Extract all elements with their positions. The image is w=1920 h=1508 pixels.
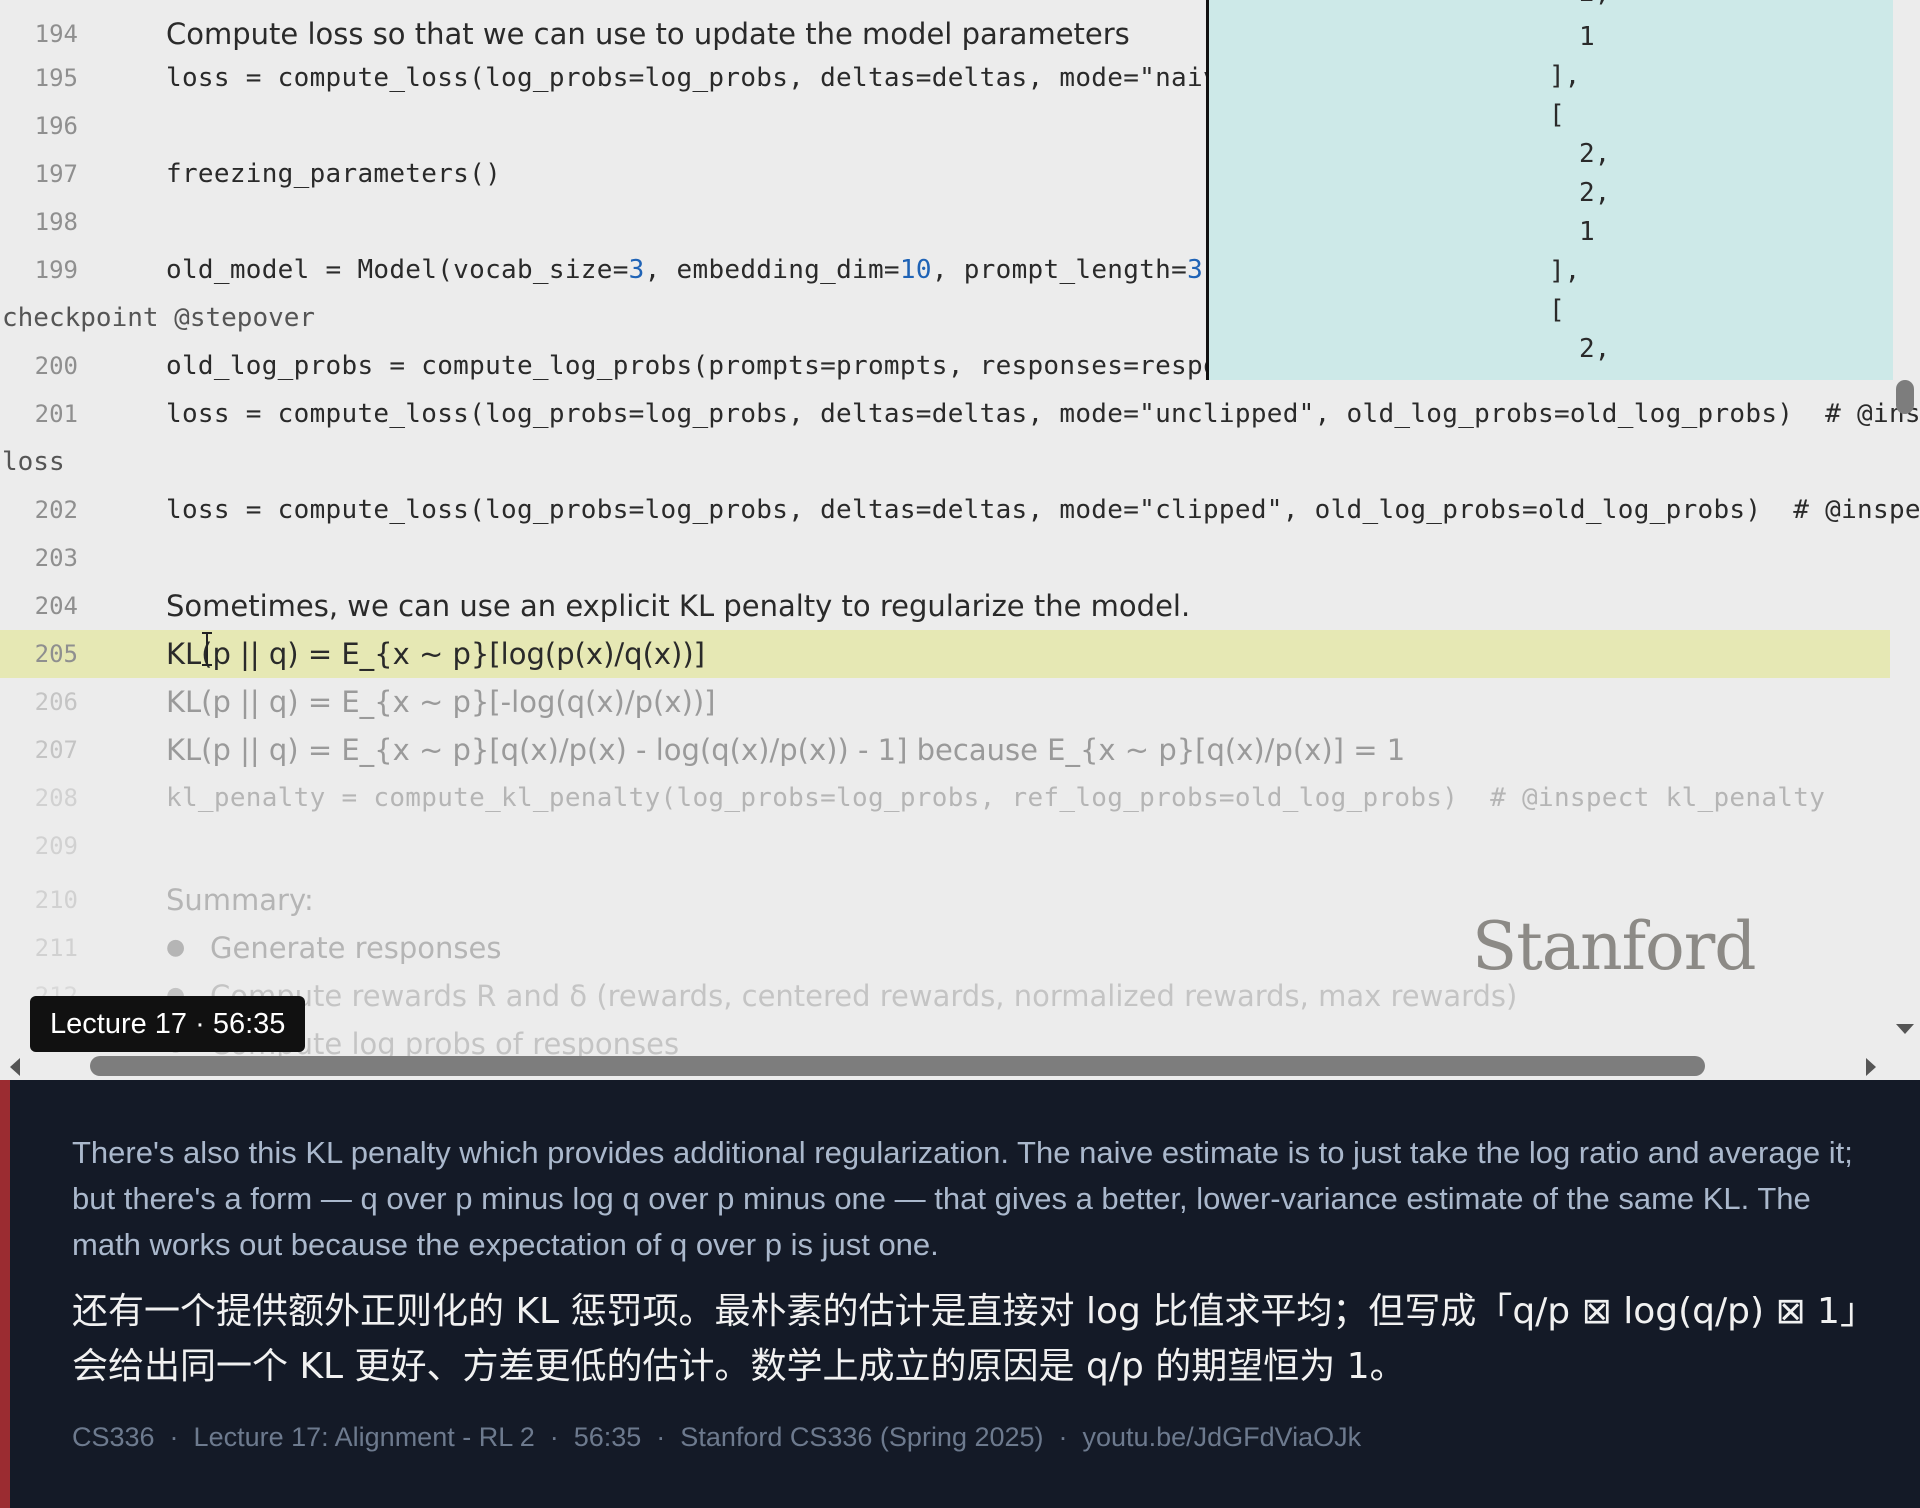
line-number: 203 [34, 544, 78, 572]
caption-accent-bar [0, 1080, 10, 1508]
line-text: KL(p || q) = E_{x ~ p}[-log(q(x)/p(x))] [166, 685, 716, 719]
line-text: loss = compute_loss(log_probs=log_probs,… [166, 63, 1219, 93]
line-number: 206 [34, 688, 78, 716]
inspect-annotation: loss [0, 438, 1890, 486]
lecture-timestamp-badge: Lecture 17 · 56:35 [30, 996, 306, 1052]
horizontal-scrollbar-thumb[interactable] [90, 1056, 1705, 1076]
code-line-current: 205 KL(p || q) = E_{x ~ p}[log(p(x)/q(x)… [0, 630, 1890, 678]
line-text: loss = compute_loss(log_probs=log_probs,… [166, 399, 1920, 429]
line-text: kl_penalty = compute_kl_penalty(log_prob… [166, 783, 1826, 813]
annotation-text: checkpoint @stepover [2, 303, 316, 333]
caption-chinese: 还有一个提供额外正则化的 KL 惩罚项。最朴素的估计是直接对 log 比值求平均… [72, 1291, 1858, 1387]
line-text: Compute rewards R and δ (rewards, center… [210, 979, 1518, 1013]
inspect-line: 1 [1579, 217, 1595, 247]
code-line: 203 [0, 534, 1890, 582]
inspect-line: 2, [1579, 0, 1610, 8]
inspect-line: [ [1549, 295, 1565, 325]
text-cursor-icon [202, 632, 212, 666]
line-number: 196 [34, 112, 78, 140]
stanford-watermark: Stanford [1472, 908, 1757, 985]
inspect-line: ], [1549, 256, 1581, 286]
line-text: old_model = Model(vocab_size=3, embeddin… [166, 255, 1219, 285]
inspect-value-panel[interactable]: 2, 1 ], [ 2, 2, 1 ], [ 2, [1206, 0, 1893, 380]
line-number: 201 [34, 400, 78, 428]
scroll-right-arrow-icon[interactable] [1866, 1058, 1876, 1076]
line-number: 210 [34, 886, 78, 914]
line-text: freezing_parameters() [166, 159, 502, 189]
caption-english: There's also this KL penalty which provi… [72, 1135, 1853, 1262]
code-viewer[interactable]: 194 Compute loss so that we can use to u… [0, 0, 1920, 1080]
caption-source-meta: CS336 · Lecture 17: Alignment - RL 2 · 5… [72, 1422, 1362, 1452]
line-number: 199 [34, 256, 78, 284]
line-text: Sometimes, we can use an explicit KL pen… [166, 589, 1191, 623]
code-line: 206 KL(p || q) = E_{x ~ p}[-log(q(x)/p(x… [0, 678, 1890, 726]
code-line: 204 Sometimes, we can use an explicit KL… [0, 582, 1890, 630]
code-line: 207 KL(p || q) = E_{x ~ p}[q(x)/p(x) - l… [0, 726, 1890, 774]
inspect-line: 2, [1579, 178, 1611, 208]
line-number: 211 [34, 934, 78, 962]
code-line: 208 kl_penalty = compute_kl_penalty(log_… [0, 774, 1890, 822]
line-text: old_log_probs = compute_log_probs(prompt… [166, 351, 1219, 381]
annotation-text: loss [2, 447, 65, 477]
line-number: 204 [34, 592, 78, 620]
line-number: 197 [34, 160, 78, 188]
code-line: 202 loss = compute_loss(log_probs=log_pr… [0, 486, 1920, 534]
line-text: loss = compute_loss(log_probs=log_probs,… [166, 495, 1920, 525]
code-line: 209 [0, 822, 1890, 870]
bullet-icon: ● [166, 935, 186, 960]
line-number: 209 [34, 832, 78, 860]
inspect-line: 2, [1579, 139, 1611, 169]
scroll-left-arrow-icon[interactable] [10, 1058, 20, 1076]
line-number: 198 [34, 208, 78, 236]
line-number: 205 [34, 640, 78, 668]
inspect-line: [ [1549, 100, 1565, 130]
line-number: 208 [34, 784, 78, 812]
line-number: 207 [34, 736, 78, 764]
line-text: KL(p || q) = E_{x ~ p}[log(p(x)/q(x))] [166, 637, 705, 671]
line-number: 194 [34, 20, 78, 48]
inspect-line: ], [1549, 61, 1581, 91]
scroll-down-arrow-icon[interactable] [1896, 1024, 1914, 1034]
line-number: 200 [34, 352, 78, 380]
line-text: Generate responses [210, 931, 502, 965]
code-line: 201 loss = compute_loss(log_probs=log_pr… [0, 390, 1920, 438]
caption-panel: There's also this KL penalty which provi… [0, 1080, 1920, 1508]
inspect-line: 1 [1579, 22, 1595, 52]
vertical-scrollbar-thumb[interactable] [1896, 380, 1914, 414]
line-text: Summary: [166, 883, 314, 917]
line-text: KL(p || q) = E_{x ~ p}[q(x)/p(x) - log(q… [166, 733, 1406, 767]
line-number: 202 [34, 496, 78, 524]
inspect-line: 2, [1579, 334, 1611, 364]
line-number: 195 [34, 64, 78, 92]
line-text: Compute loss so that we can use to updat… [166, 17, 1130, 51]
